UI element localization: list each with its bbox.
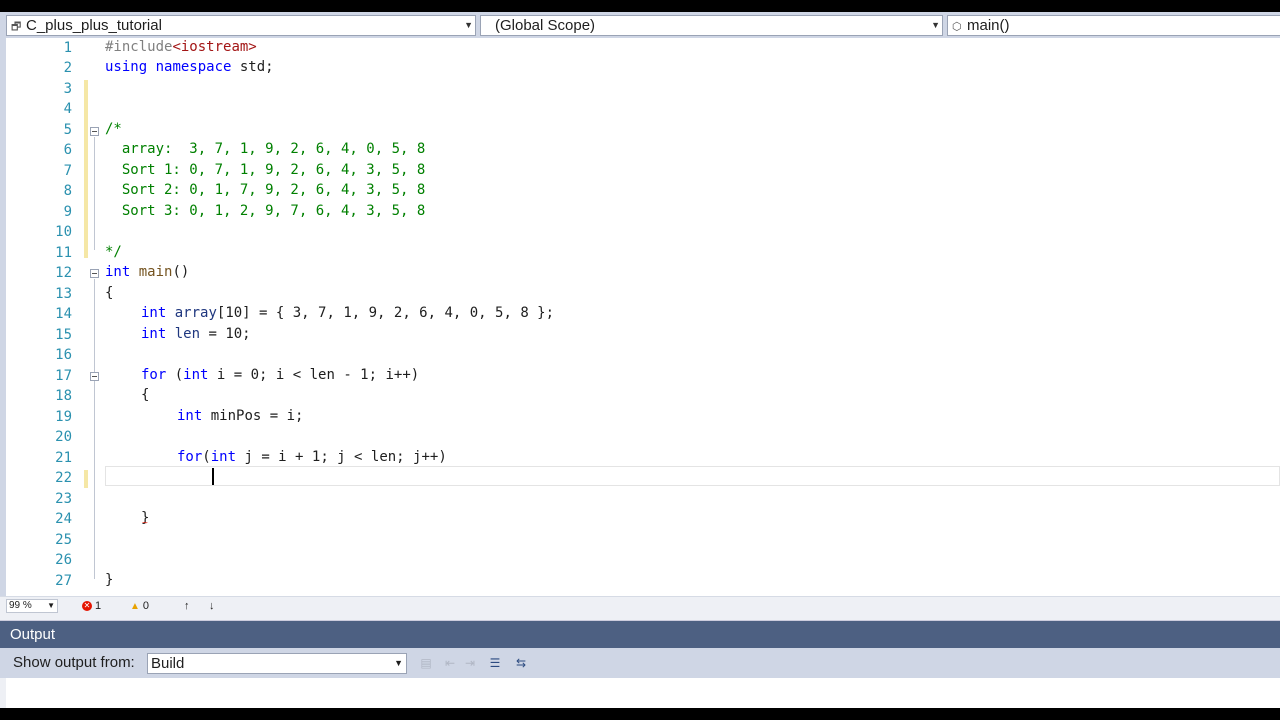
- editor-status-strip: 99 % ▼ ✕ 1 ▲ 0 ↑ ↓: [0, 596, 1280, 614]
- line-number: 22: [55, 470, 72, 486]
- code-line: {: [105, 285, 114, 301]
- line-number: 19: [55, 409, 72, 425]
- clear-all-icon[interactable]: ☰: [487, 656, 503, 670]
- function-icon: ⬡: [952, 21, 962, 33]
- output-text-area[interactable]: [6, 678, 1280, 709]
- line-number: 4: [63, 101, 72, 117]
- project-dropdown[interactable]: 🗗 C_plus_plus_tutorial ▼: [6, 15, 476, 36]
- warning-count[interactable]: ▲ 0: [130, 599, 149, 614]
- code-line: for(int j = i + 1; j < len; j++): [177, 449, 447, 465]
- line-number: 16: [55, 347, 72, 363]
- line-number: 5: [63, 122, 72, 138]
- code-line: #include<iostream>: [105, 39, 257, 55]
- code-line: int main(): [105, 264, 190, 280]
- line-number: 18: [55, 388, 72, 404]
- line-number: 15: [55, 327, 72, 343]
- code-line: int minPos = i;: [177, 408, 304, 424]
- show-output-label: Show output from:: [13, 654, 135, 671]
- fold-guide: [94, 279, 95, 579]
- function-name: main(): [967, 17, 1010, 34]
- text-caret: [212, 468, 214, 485]
- line-number: 21: [55, 450, 72, 466]
- line-number: 7: [63, 163, 72, 179]
- collapse-toggle-icon[interactable]: [90, 372, 99, 381]
- code-line: for (int i = 0; i < len - 1; i++): [141, 367, 420, 383]
- code-line: using namespace std;: [105, 59, 274, 75]
- line-number: 26: [55, 552, 72, 568]
- code-line: */: [105, 244, 122, 260]
- fold-guide: [94, 137, 95, 250]
- line-number: 12: [55, 265, 72, 281]
- code-line: {: [141, 387, 150, 403]
- chevron-down-icon: ▼: [931, 20, 940, 30]
- scope-dropdown[interactable]: (Global Scope) ▼: [480, 15, 943, 36]
- line-number: 6: [63, 142, 72, 158]
- project-icon: 🗗: [11, 21, 22, 33]
- line-number: 27: [55, 573, 72, 589]
- arrow-down-icon[interactable]: ↓: [209, 599, 215, 613]
- current-line-highlight: [105, 466, 1280, 486]
- line-number: 17: [55, 368, 72, 384]
- chevron-down-icon: ▼: [47, 601, 55, 610]
- line-number: 14: [55, 306, 72, 322]
- output-title: Output: [10, 626, 56, 643]
- collapse-toggle-icon[interactable]: [90, 127, 99, 136]
- code-editor[interactable]: 1 2 3 4 5 6 7 8 9 10 11 12 13 14 15 16 1…: [0, 38, 1280, 596]
- function-dropdown[interactable]: ⬡ main(): [947, 15, 1280, 36]
- code-line: /*: [105, 121, 122, 137]
- warning-icon: ▲: [130, 601, 140, 612]
- zoom-level: 99 %: [9, 600, 32, 611]
- next-message-icon[interactable]: ⇥: [462, 656, 478, 670]
- code-line: Sort 3: 0, 1, 2, 9, 7, 6, 4, 3, 5, 8: [105, 203, 426, 219]
- code-line: Sort 1: 0, 7, 1, 9, 2, 6, 4, 3, 5, 8: [105, 162, 426, 178]
- window-bottom-edge: [0, 708, 1280, 720]
- error-count[interactable]: ✕ 1: [82, 599, 101, 613]
- window-top-edge: [0, 0, 1280, 12]
- line-number: 10: [55, 224, 72, 240]
- find-message-icon[interactable]: ▤: [418, 656, 434, 670]
- line-number: 9: [63, 204, 72, 220]
- error-icon: ✕: [82, 601, 92, 612]
- navigation-bar: 🗗 C_plus_plus_tutorial ▼ (Global Scope) ▼…: [0, 12, 1280, 38]
- line-number: 23: [55, 491, 72, 507]
- previous-message-icon[interactable]: ⇤: [442, 656, 458, 670]
- line-number: 8: [63, 183, 72, 199]
- scope-name: (Global Scope): [495, 17, 596, 34]
- line-number: 2: [63, 60, 72, 76]
- project-name: C_plus_plus_tutorial: [26, 17, 162, 34]
- code-line: Sort 2: 0, 1, 7, 9, 2, 6, 4, 3, 5, 8: [105, 182, 426, 198]
- line-number: 13: [55, 286, 72, 302]
- code-line: }: [105, 572, 114, 588]
- output-toolbar: Show output from: Build ▼ ▤ ⇤ ⇥ ☰ ⇆: [0, 648, 1280, 678]
- output-source-value: Build: [151, 655, 185, 672]
- output-panel: Output Show output from: Build ▼ ▤ ⇤ ⇥ ☰…: [0, 620, 1280, 720]
- code-line: int array[10] = { 3, 7, 1, 9, 2, 6, 4, 0…: [141, 305, 555, 321]
- line-number: 24: [55, 511, 72, 527]
- line-number: 11: [55, 245, 72, 261]
- word-wrap-icon[interactable]: ⇆: [513, 656, 529, 670]
- output-source-dropdown[interactable]: Build ▼: [147, 653, 407, 674]
- line-number: 25: [55, 532, 72, 548]
- change-marker: [84, 470, 88, 488]
- chevron-down-icon: ▼: [464, 20, 473, 30]
- collapse-toggle-icon[interactable]: [90, 269, 99, 278]
- code-line: array: 3, 7, 1, 9, 2, 6, 4, 0, 5, 8: [105, 141, 426, 157]
- line-number: 1: [63, 40, 72, 56]
- output-header: Output: [0, 621, 1280, 648]
- error-squiggle: ~: [142, 518, 148, 529]
- line-number: 3: [63, 81, 72, 97]
- line-number: 20: [55, 429, 72, 445]
- change-marker: [84, 80, 88, 258]
- zoom-dropdown[interactable]: 99 % ▼: [6, 599, 58, 613]
- arrow-up-icon[interactable]: ↑: [184, 599, 190, 613]
- line-number-gutter: 1 2 3 4 5 6 7 8 9 10 11 12 13 14 15 16 1…: [6, 38, 72, 596]
- code-line: int len = 10;: [141, 326, 251, 342]
- chevron-down-icon: ▼: [394, 658, 403, 668]
